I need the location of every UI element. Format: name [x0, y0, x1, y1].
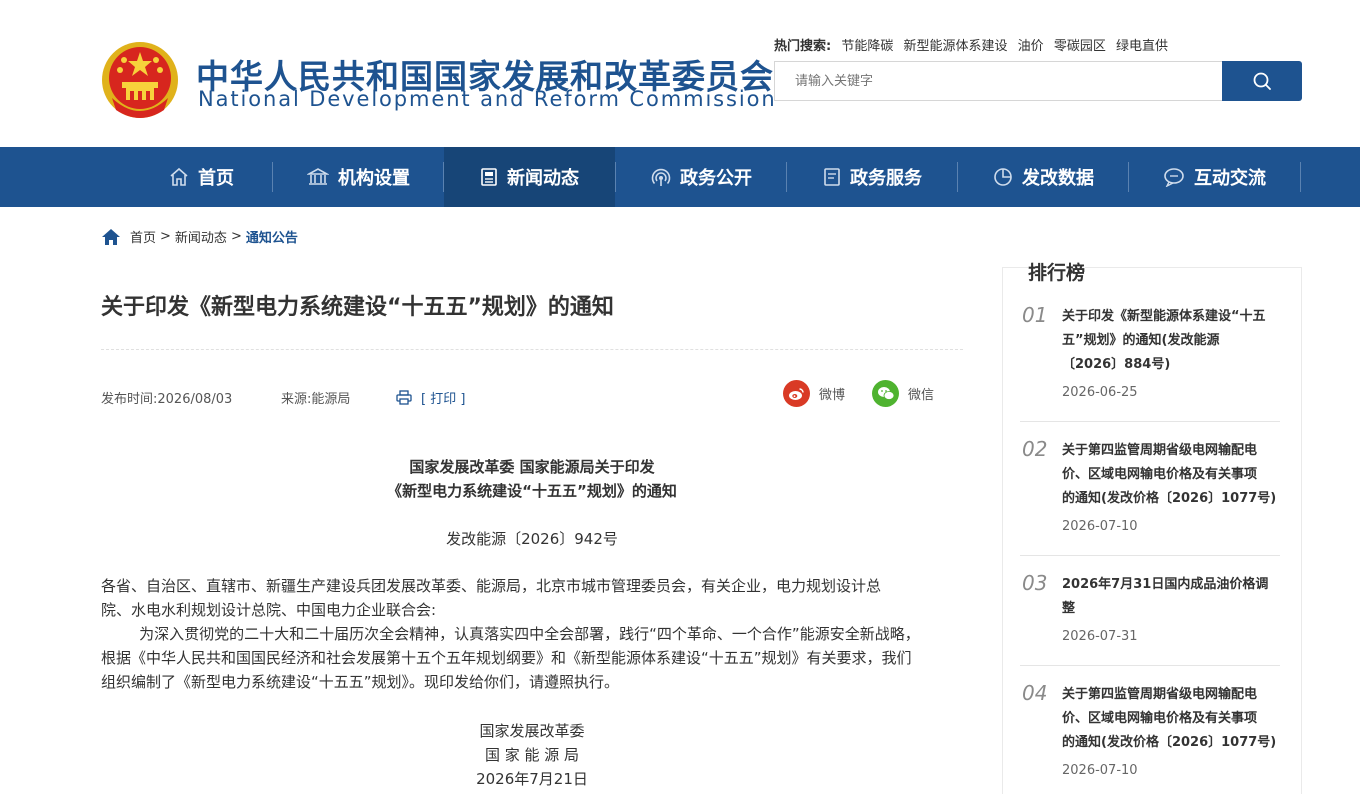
- pie-chart-icon: [994, 168, 1012, 186]
- nav-item-services[interactable]: 政务服务: [787, 147, 958, 207]
- ranking-link-line: 价、区域电网输电价格及有关事项: [1062, 711, 1258, 726]
- document-heading-line: 国家发展改革委 国家能源局关于印发: [409, 458, 655, 476]
- hot-search-link[interactable]: 油价: [1018, 39, 1044, 54]
- ranking-title: 排行榜: [1028, 258, 1086, 285]
- ranking-date: 2026-06-25: [1062, 385, 1138, 400]
- hot-search-label: 热门搜索:: [774, 39, 832, 54]
- site-header: 中华人民共和国国家发展和改革委员会 National Development a…: [0, 0, 1360, 147]
- ranking-divider: [1020, 555, 1280, 556]
- share-weibo-label: 微博: [819, 388, 846, 403]
- ranking-date: 2026-07-10: [1062, 519, 1138, 534]
- nav-item-interaction[interactable]: 互动交流: [1129, 147, 1300, 207]
- ranking-link-line: 〔2026〕884号): [1062, 357, 1171, 372]
- home-icon[interactable]: [101, 228, 121, 246]
- ranking-number: 02: [1022, 437, 1048, 461]
- breadcrumb: 首页 > 新闻动态 > 通知公告: [101, 227, 298, 246]
- document-icon: [824, 168, 840, 186]
- ranking-date: 2026-07-31: [1062, 629, 1138, 644]
- publish-date: 发布时间:2026/08/03: [101, 392, 233, 407]
- search-input[interactable]: [795, 62, 1203, 100]
- news-icon: [481, 168, 497, 186]
- document-number: 发改能源〔2026〕942号: [446, 530, 618, 548]
- wechat-icon: [872, 380, 899, 407]
- breadcrumb-current[interactable]: 通知公告: [246, 227, 298, 246]
- print-button[interactable]: [ 打印 ]: [396, 388, 465, 407]
- ranking-link-line: 关于印发《新型能源体系建设“十五: [1062, 309, 1266, 324]
- ranking-link-line: 2026年7月31日国内成品油价格调: [1062, 577, 1269, 592]
- breadcrumb-separator: >: [230, 229, 242, 244]
- hot-search-link[interactable]: 绿电直供: [1116, 39, 1168, 54]
- body-paragraph-line: 组织编制了《新型电力系统建设“十五五”规划》。现印发给你们，请遵照执行。: [101, 673, 620, 691]
- ranking-number: 04: [1022, 681, 1048, 705]
- nav-label: 互动交流: [1194, 168, 1266, 189]
- title-divider: [101, 349, 963, 350]
- ranking-number: 03: [1022, 571, 1048, 595]
- ranking-link-line: 的通知(发改价格〔2026〕1077号): [1062, 735, 1277, 750]
- building-icon: [307, 168, 329, 185]
- print-label: [ 打印 ]: [421, 392, 466, 407]
- site-title-en[interactable]: National Development and Reform Commissi…: [198, 87, 777, 111]
- share-wechat-button[interactable]: 微信: [872, 380, 934, 407]
- nav-item-home[interactable]: 首页: [116, 147, 287, 207]
- nav-item-government-affairs[interactable]: 政务公开: [616, 147, 787, 207]
- nav-label: 政务服务: [850, 168, 922, 189]
- broadcast-icon: [651, 168, 671, 186]
- search-box: [774, 61, 1223, 101]
- weibo-icon: [783, 380, 810, 407]
- ranking-link[interactable]: 2026年7月31日国内成品油价格调 整: [1062, 573, 1284, 621]
- breadcrumb-separator: >: [160, 229, 171, 244]
- nav-divider: [1300, 162, 1301, 192]
- search-icon: [1253, 72, 1271, 90]
- body-paragraph-line: 各省、自治区、直辖市、新疆生产建设兵团发展改革委、能源局，北京市城市管理委员会，…: [101, 577, 882, 595]
- nav-label: 机构设置: [338, 168, 410, 189]
- ranking-link-line: 五”规划》的通知(发改能源: [1062, 333, 1220, 348]
- signature-line: 国家发展改革委: [479, 722, 585, 740]
- ranking-date: 2026-07-10: [1062, 763, 1138, 778]
- ranking-link[interactable]: 关于第四监管周期省级电网输配电 价、区域电网输电价格及有关事项 的通知(发改价格…: [1062, 439, 1284, 511]
- hot-search-link[interactable]: 新型能源体系建设: [904, 39, 1008, 54]
- breadcrumb-news[interactable]: 新闻动态: [175, 227, 227, 246]
- printer-icon: [396, 390, 412, 405]
- ranking-link-line: 的通知(发改价格〔2026〕1077号): [1062, 491, 1277, 506]
- national-emblem-logo[interactable]: [100, 38, 180, 122]
- article-title: 关于印发《新型电力系统建设“十五五”规划》的通知: [101, 295, 614, 320]
- hot-search-link[interactable]: 节能降碳: [841, 39, 893, 54]
- home-icon: [170, 167, 188, 186]
- body-paragraph-line: 根据《中华人民共和国国民经济和社会发展第十五个五年规划纲要》和《新型能源体系建设…: [101, 649, 912, 667]
- share-weibo-button[interactable]: 微博: [783, 380, 845, 407]
- breadcrumb-home[interactable]: 首页: [130, 227, 156, 246]
- nav-label: 发改数据: [1022, 168, 1094, 189]
- ranking-divider: [1020, 665, 1280, 666]
- nav-item-organization[interactable]: 机构设置: [273, 147, 444, 207]
- ranking-divider: [1020, 421, 1280, 422]
- ranking-number: 01: [1022, 303, 1048, 327]
- chat-icon: [1164, 168, 1184, 187]
- nav-label: 首页: [198, 168, 234, 189]
- signature-line: 国 家 能 源 局: [484, 746, 580, 764]
- nav-label: 政务公开: [680, 168, 752, 189]
- ranking-link-line: 关于第四监管周期省级电网输配电: [1062, 687, 1258, 702]
- body-paragraph-line: 为深入贯彻党的二十大和二十届历次全会精神，认真落实四中全会部署，践行“四个革命、…: [101, 625, 920, 643]
- body-paragraph-line: 院、水电水利规划设计总院、中国电力企业联合会:: [101, 601, 437, 619]
- nav-label: 新闻动态: [507, 168, 579, 189]
- search-button[interactable]: [1222, 61, 1302, 101]
- signature-date: 2026年7月21日: [476, 770, 588, 788]
- nav-item-data[interactable]: 发改数据: [958, 147, 1129, 207]
- article-source: 来源:能源局: [281, 392, 351, 407]
- hot-search-link[interactable]: 零碳园区: [1054, 39, 1106, 54]
- main-nav: 首页 机构设置 新闻动态 政务公开 政务服务 发改数据 互动交流: [0, 147, 1360, 207]
- nav-item-news[interactable]: 新闻动态: [444, 147, 615, 207]
- share-wechat-label: 微信: [908, 388, 935, 403]
- ranking-link[interactable]: 关于印发《新型能源体系建设“十五 五”规划》的通知(发改能源 〔2026〕884…: [1062, 305, 1284, 377]
- ranking-link-line: 关于第四监管周期省级电网输配电: [1062, 443, 1258, 458]
- ranking-link[interactable]: 关于第四监管周期省级电网输配电 价、区域电网输电价格及有关事项 的通知(发改价格…: [1062, 683, 1284, 755]
- ranking-link-line: 价、区域电网输电价格及有关事项: [1062, 467, 1258, 482]
- hot-searches: 热门搜索: 节能降碳 新型能源体系建设 油价 零碳园区 绿电直供: [774, 35, 1168, 54]
- document-heading-line: 《新型电力系统建设“十五五”规划》的通知: [387, 482, 677, 500]
- ranking-link-line: 整: [1062, 601, 1076, 616]
